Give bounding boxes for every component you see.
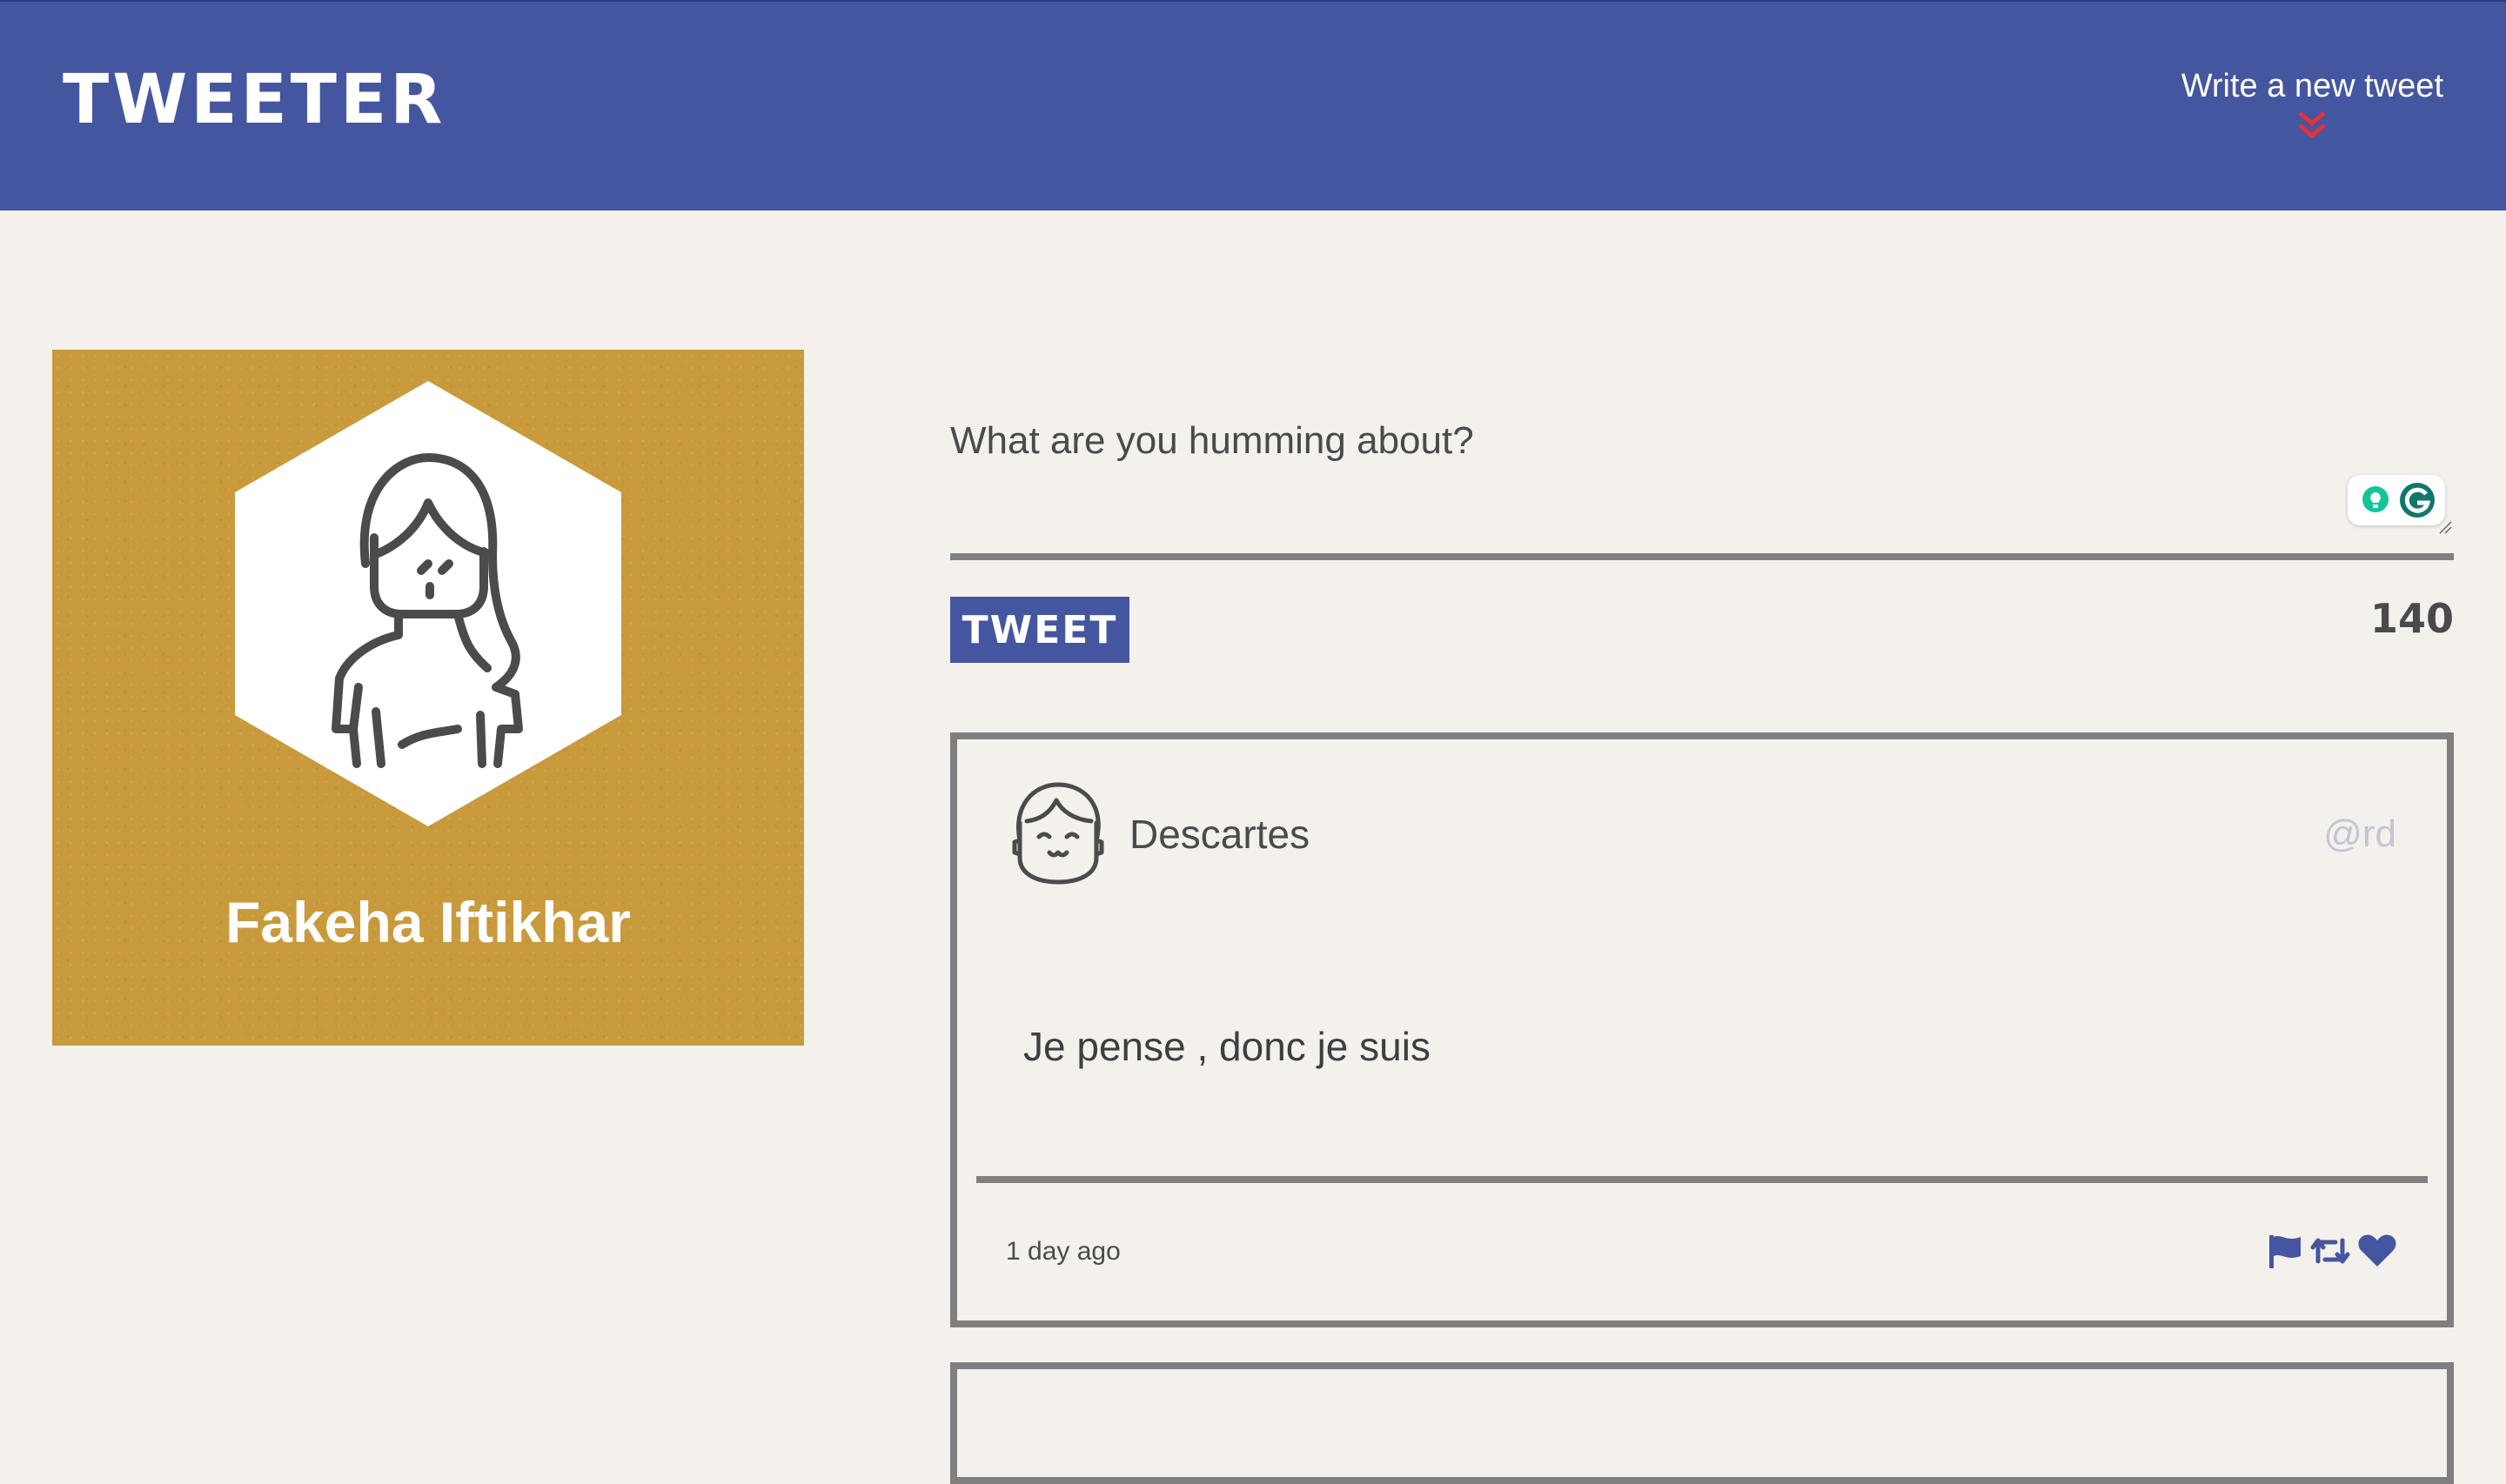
brand-logo[interactable]: TWEETER <box>63 66 446 134</box>
tweet-input[interactable] <box>950 409 2454 557</box>
woman-avatar-icon <box>235 381 621 826</box>
profile-name: Fakeha Iftikhar <box>225 890 631 954</box>
heart-icon[interactable] <box>2356 1232 2398 1270</box>
write-new-tweet-label: Write a new tweet <box>2181 68 2443 104</box>
tweet-divider <box>976 1176 2428 1183</box>
top-nav: TWEETER Write a new tweet <box>0 0 2506 211</box>
profile-card: Fakeha Iftikhar <box>52 350 804 1046</box>
character-counter: 140 <box>2369 595 2454 642</box>
flag-icon[interactable] <box>2266 1232 2304 1270</box>
tweet-timestamp: 1 day ago <box>1006 1237 1121 1266</box>
grammarly-icons <box>2362 483 2435 518</box>
tweet-actions <box>2266 1232 2398 1270</box>
tweet-author-handle: @rd <box>2323 812 2396 855</box>
resize-handle-icon[interactable] <box>2438 520 2452 534</box>
retweet-icon[interactable] <box>2309 1232 2351 1270</box>
tweet-submit-button[interactable]: TWEET <box>950 597 1129 663</box>
smiling-face-avatar-icon <box>1012 782 1104 885</box>
tweet-card: Descartes @rd Je pense , donc je suis 1 … <box>950 732 2454 1327</box>
grammarly-widget[interactable] <box>2348 475 2445 525</box>
tweet-author-name: Descartes <box>1129 812 1310 857</box>
double-chevron-down-icon <box>2298 111 2326 139</box>
write-new-tweet-toggle[interactable]: Write a new tweet <box>2181 68 2443 139</box>
composer-underline <box>950 553 2454 560</box>
tweet-composer <box>950 409 2454 564</box>
tweet-content: Je pense , donc je suis <box>1023 1024 1431 1069</box>
tweet-card <box>950 1362 2454 1484</box>
